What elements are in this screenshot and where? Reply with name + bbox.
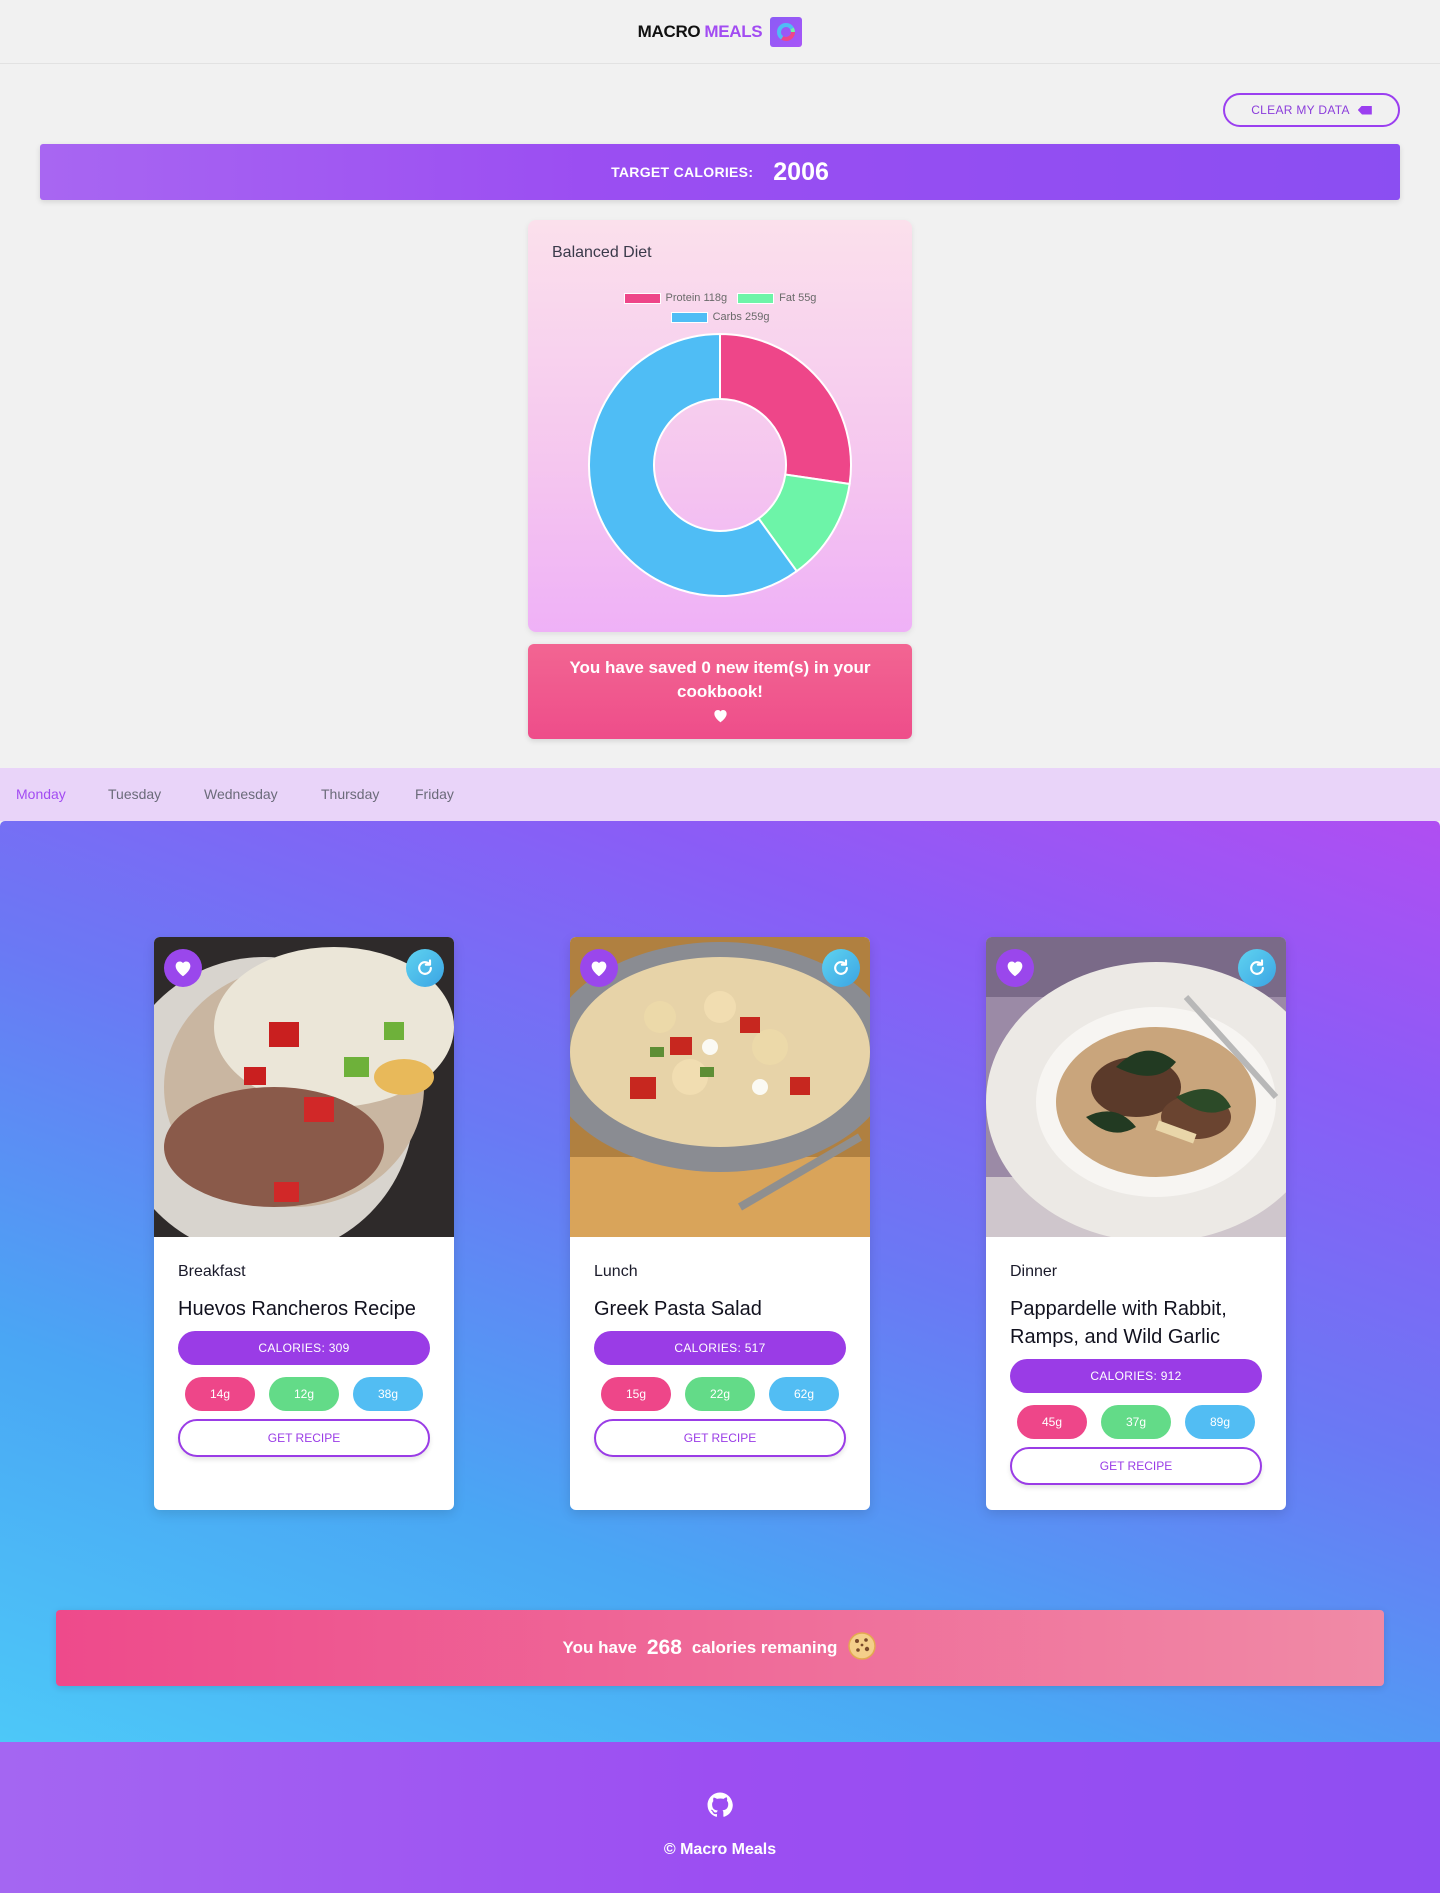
carbs-pill: 89g — [1185, 1405, 1255, 1439]
tab-monday[interactable]: Monday — [16, 786, 66, 802]
remaining-prefix: You have — [562, 1638, 637, 1657]
calories-pill: CALORIES: 912 — [1010, 1359, 1262, 1393]
carbs-pill: 38g — [353, 1377, 423, 1411]
day-tabs: Monday Tuesday Wednesday Thursday Friday — [0, 768, 1440, 821]
fat-pill: 22g — [685, 1377, 755, 1411]
donut-logo-icon — [770, 16, 803, 47]
backspace-icon — [1357, 105, 1372, 115]
calories-pill: CALORIES: 517 — [594, 1331, 846, 1365]
refresh-icon[interactable] — [1238, 949, 1276, 987]
target-calories-bar: TARGET CALORIES: 2006 — [40, 144, 1400, 200]
protein-pill: 45g — [1017, 1405, 1087, 1439]
heart-icon — [712, 706, 729, 730]
meal-type: Dinner — [1010, 1263, 1058, 1280]
target-calories-label: TARGET CALORIES: — [611, 164, 754, 180]
target-calories-value: 2006 — [773, 157, 829, 186]
remaining-suffix: calories remaning — [691, 1638, 838, 1657]
tab-tuesday[interactable]: Tuesday — [108, 786, 161, 802]
donut-slice-protein[interactable] — [719, 332, 852, 486]
protein-pill: 15g — [601, 1377, 671, 1411]
donut-chart — [588, 332, 852, 597]
calories-pill: CALORIES: 309 — [178, 1331, 430, 1365]
favorite-heart-icon[interactable] — [164, 949, 202, 987]
meal-title: Huevos Rancheros Recipe — [178, 1298, 416, 1320]
tab-friday[interactable]: Friday — [415, 786, 454, 802]
logo[interactable]: MACRO MEALS — [637, 16, 803, 47]
meal-card-breakfast: Breakfast Huevos Rancheros Recipe CALORI… — [154, 937, 454, 1510]
get-recipe-button[interactable]: GET RECIPE — [594, 1419, 846, 1457]
github-icon[interactable] — [707, 1792, 733, 1823]
macro-chart-card: Balanced Diet Protein 118g Fat 55g Carbs… — [528, 220, 912, 632]
meal-image — [986, 937, 1286, 1242]
carbs-pill: 62g — [769, 1377, 839, 1411]
app-header: MACRO MEALS — [0, 0, 1440, 64]
refresh-icon[interactable] — [406, 949, 444, 987]
remaining-value: 268 — [646, 1636, 682, 1659]
footer: © Macro Meals — [0, 1742, 1440, 1893]
fat-pill: 37g — [1101, 1405, 1171, 1439]
meal-image — [570, 937, 870, 1237]
get-recipe-button[interactable]: GET RECIPE — [178, 1419, 430, 1457]
meal-type: Lunch — [594, 1263, 638, 1280]
remaining-calories-bar: You have 268 calories remaning — [56, 1610, 1384, 1686]
meal-image — [154, 937, 454, 1257]
meal-type: Breakfast — [178, 1263, 246, 1280]
clear-data-button[interactable]: CLEAR MY DATA — [1223, 93, 1400, 127]
tab-wednesday[interactable]: Wednesday — [204, 786, 278, 802]
meal-title: Greek Pasta Salad — [594, 1298, 762, 1320]
protein-pill: 14g — [185, 1377, 255, 1411]
refresh-icon[interactable] — [822, 949, 860, 987]
clear-data-label: CLEAR MY DATA — [1251, 103, 1350, 117]
get-recipe-button[interactable]: GET RECIPE — [1010, 1447, 1262, 1485]
tab-thursday[interactable]: Thursday — [321, 786, 379, 802]
meal-title: Pappardelle with Rabbit, Ramps, and Wild… — [1010, 1298, 1227, 1348]
saved-items-text: You have saved 0 new item(s) in your coo… — [569, 658, 871, 701]
logo-text-meals: MEALS — [704, 21, 763, 41]
meal-card-lunch: Lunch Greek Pasta Salad CALORIES: 517 15… — [570, 937, 870, 1510]
saved-items-card: You have saved 0 new item(s) in your coo… — [528, 644, 912, 739]
cookie-icon — [847, 1631, 877, 1666]
favorite-heart-icon[interactable] — [580, 949, 618, 987]
logo-text-macro: MACRO — [637, 21, 701, 41]
favorite-heart-icon[interactable] — [996, 949, 1034, 987]
fat-pill: 12g — [269, 1377, 339, 1411]
meal-card-dinner: Dinner Pappardelle with Rabbit, Ramps, a… — [986, 937, 1286, 1510]
footer-copyright: © Macro Meals — [663, 1841, 777, 1858]
